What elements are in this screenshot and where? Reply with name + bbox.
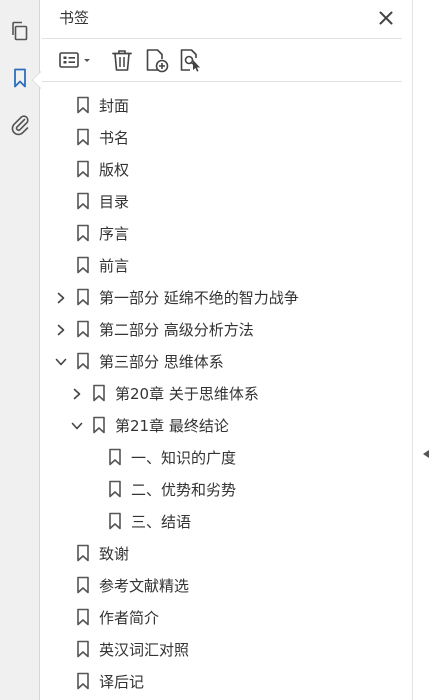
bookmark-label: 二、优势和劣势: [131, 481, 237, 499]
bookmark-label: 封面: [99, 97, 130, 115]
bookmark-item[interactable]: 二、优势和劣势: [42, 473, 402, 505]
bookmark-item[interactable]: 目录: [42, 185, 402, 217]
bookmark-icon: [76, 352, 90, 370]
page-thumbnails-button[interactable]: [8, 19, 32, 43]
panel-header: 书签: [42, 0, 402, 36]
bookmark-icon: [76, 96, 90, 114]
bookmark-item[interactable]: 第二部分 高级分析方法: [42, 313, 402, 345]
bookmark-item[interactable]: 序言: [42, 217, 402, 249]
bookmark-label: 译后记: [99, 673, 145, 691]
bookmark-item[interactable]: 致谢: [42, 537, 402, 569]
bookmark-tree: 封面书名版权目录序言前言第一部分 延绵不绝的智力战争 第二部分 高级分析方法 第三部…: [42, 89, 402, 697]
bookmark-label: 第20章 关于思维体系: [115, 385, 259, 403]
bookmark-item[interactable]: 第三部分 思维体系: [42, 345, 402, 377]
bookmark-label: 三、结语: [131, 513, 192, 531]
bookmark-label: 致谢: [99, 545, 130, 563]
delete-bookmark-button[interactable]: [110, 47, 134, 73]
collapse-panel-handle[interactable]: [421, 444, 431, 464]
bookmark-icon: [76, 320, 90, 338]
chevron-down-icon: [71, 422, 83, 430]
options-menu-icon: [59, 52, 90, 68]
bookmark-icon: [76, 128, 90, 146]
bookmark-label: 版权: [99, 161, 130, 179]
bookmark-item[interactable]: 三、结语: [42, 505, 402, 537]
pages-icon: [12, 21, 28, 41]
bookmark-label: 第一部分 延绵不绝的智力战争: [99, 289, 299, 307]
new-bookmark-button[interactable]: [144, 47, 170, 73]
bookmark-item[interactable]: 第20章 关于思维体系: [42, 377, 402, 409]
bookmark-icon: [92, 416, 106, 434]
expanded-toggle[interactable]: [54, 354, 68, 368]
collapsed-toggle[interactable]: [70, 386, 84, 400]
collapsed-toggle[interactable]: [54, 290, 68, 304]
bookmark-item[interactable]: 作者简介: [42, 601, 402, 633]
bookmark-item[interactable]: 参考文献精选: [42, 569, 402, 601]
options-menu-button[interactable]: [58, 47, 96, 73]
bookmark-icon: [76, 608, 90, 626]
bookmarks-toolbar: [42, 38, 402, 82]
chevron-right-icon: [73, 388, 81, 400]
bookmark-icon: [14, 68, 26, 88]
attachments-button[interactable]: [8, 112, 32, 136]
bookmark-item[interactable]: 译后记: [42, 665, 402, 697]
chevron-right-icon: [57, 292, 65, 304]
bookmark-item[interactable]: 一、知识的广度: [42, 441, 402, 473]
collapse-arrow-icon: [423, 450, 429, 458]
paperclip-icon: [11, 115, 29, 136]
bookmark-label: 书名: [99, 129, 130, 147]
bookmark-icon: [76, 576, 90, 594]
bookmark-label: 英汉词汇对照: [99, 641, 190, 659]
bookmark-icon: [76, 192, 90, 210]
bookmark-icon: [76, 672, 90, 690]
navigation-rail: [0, 0, 41, 700]
bookmark-label: 目录: [99, 193, 130, 211]
bookmark-label: 参考文献精选: [99, 577, 190, 595]
close-panel-button[interactable]: [376, 8, 396, 28]
bookmarks-panel: 书签 封面 书名 版权 目录 序言 前言 第一部分 延绵不绝的智力战争 第二部分…: [42, 0, 412, 700]
panel-title: 书签: [59, 9, 90, 27]
bookmark-item[interactable]: 版权: [42, 153, 402, 185]
bookmark-label: 一、知识的广度: [131, 449, 237, 467]
panel-collapse-strip: [412, 0, 437, 700]
bookmark-from-selection-icon: [180, 49, 200, 72]
bookmark-icon: [76, 224, 90, 242]
bookmark-item[interactable]: 书名: [42, 121, 402, 153]
bookmark-label: 前言: [99, 257, 130, 275]
chevron-right-icon: [57, 324, 65, 336]
chevron-down-icon: [55, 358, 67, 366]
bookmark-item[interactable]: 英汉词汇对照: [42, 633, 402, 665]
bookmark-item[interactable]: 前言: [42, 249, 402, 281]
bookmark-label: 第二部分 高级分析方法: [99, 321, 254, 339]
chevron-down-icon: [84, 59, 90, 62]
bookmark-label: 作者简介: [99, 609, 160, 627]
bookmark-icon: [76, 160, 90, 178]
active-tab-pointer: [33, 72, 41, 88]
bookmark-label: 第21章 最终结论: [115, 417, 229, 435]
trash-icon: [112, 50, 132, 71]
bookmark-label: 第三部分 思维体系: [99, 353, 224, 371]
bookmark-icon: [76, 256, 90, 274]
collapsed-toggle[interactable]: [54, 322, 68, 336]
bookmark-icon: [92, 384, 106, 402]
close-icon: [379, 11, 393, 25]
bookmarks-sidebar: 书签 封面 书名 版权 目录 序言 前言 第一部分 延绵不绝的智力战争 第二部分…: [0, 0, 437, 700]
bookmark-item[interactable]: 第21章 最终结论: [42, 409, 402, 441]
bookmark-icon: [76, 640, 90, 658]
bookmark-icon: [108, 512, 122, 530]
new-bookmark-icon: [146, 49, 169, 73]
bookmark-item[interactable]: 封面: [42, 89, 402, 121]
bookmarks-button[interactable]: [8, 66, 32, 90]
bookmark-icon: [76, 288, 90, 306]
bookmark-icon: [108, 480, 122, 498]
expanded-toggle[interactable]: [70, 418, 84, 432]
bookmark-item[interactable]: 第一部分 延绵不绝的智力战争: [42, 281, 402, 313]
bookmark-icon: [108, 448, 122, 466]
bookmark-icon: [76, 544, 90, 562]
bookmark-from-selection-button[interactable]: [178, 47, 204, 73]
bookmark-label: 序言: [99, 225, 130, 243]
